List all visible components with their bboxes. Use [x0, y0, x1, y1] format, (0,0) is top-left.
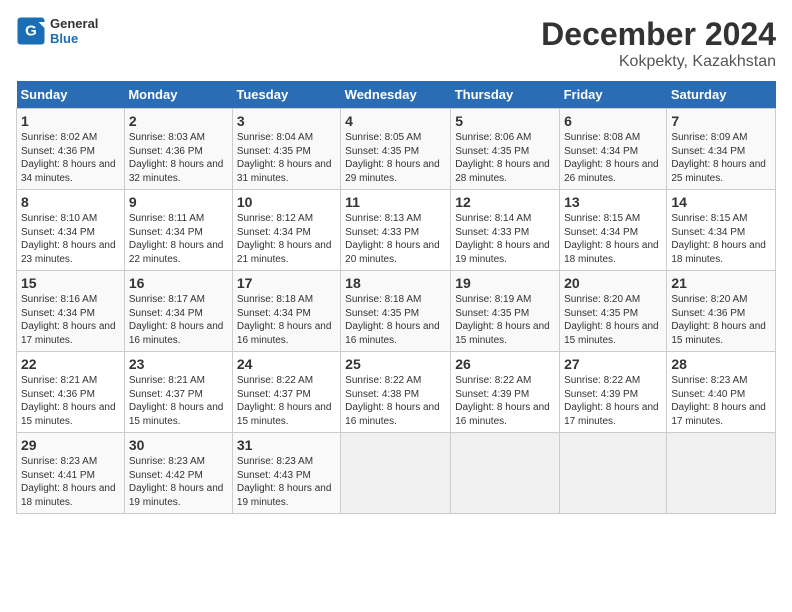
table-row [667, 433, 776, 514]
svg-text:G: G [25, 23, 37, 40]
table-row: 6Sunrise: 8:08 AMSunset: 4:34 PMDaylight… [560, 109, 667, 190]
calendar-week-2: 8Sunrise: 8:10 AMSunset: 4:34 PMDaylight… [17, 190, 776, 271]
table-row: 5Sunrise: 8:06 AMSunset: 4:35 PMDaylight… [451, 109, 560, 190]
calendar-week-4: 22Sunrise: 8:21 AMSunset: 4:36 PMDayligh… [17, 352, 776, 433]
calendar-week-5: 29Sunrise: 8:23 AMSunset: 4:41 PMDayligh… [17, 433, 776, 514]
page-container: G General Blue December 2024 Kokpekty, K… [0, 0, 792, 524]
col-sunday: Sunday [17, 81, 125, 109]
table-row: 3Sunrise: 8:04 AMSunset: 4:35 PMDaylight… [232, 109, 340, 190]
table-row: 14Sunrise: 8:15 AMSunset: 4:34 PMDayligh… [667, 190, 776, 271]
calendar-body: 1Sunrise: 8:02 AMSunset: 4:36 PMDaylight… [17, 109, 776, 514]
calendar-header-row: Sunday Monday Tuesday Wednesday Thursday… [17, 81, 776, 109]
table-row: 30Sunrise: 8:23 AMSunset: 4:42 PMDayligh… [124, 433, 232, 514]
table-row: 27Sunrise: 8:22 AMSunset: 4:39 PMDayligh… [560, 352, 667, 433]
title-block: December 2024 Kokpekty, Kazakhstan [541, 16, 776, 71]
table-row: 22Sunrise: 8:21 AMSunset: 4:36 PMDayligh… [17, 352, 125, 433]
calendar-table: Sunday Monday Tuesday Wednesday Thursday… [16, 81, 776, 514]
table-row: 24Sunrise: 8:22 AMSunset: 4:37 PMDayligh… [232, 352, 340, 433]
table-row: 7Sunrise: 8:09 AMSunset: 4:34 PMDaylight… [667, 109, 776, 190]
table-row: 17Sunrise: 8:18 AMSunset: 4:34 PMDayligh… [232, 271, 340, 352]
month-title: December 2024 [541, 16, 776, 53]
table-row: 19Sunrise: 8:19 AMSunset: 4:35 PMDayligh… [451, 271, 560, 352]
table-row: 13Sunrise: 8:15 AMSunset: 4:34 PMDayligh… [560, 190, 667, 271]
table-row [451, 433, 560, 514]
table-row: 29Sunrise: 8:23 AMSunset: 4:41 PMDayligh… [17, 433, 125, 514]
table-row: 15Sunrise: 8:16 AMSunset: 4:34 PMDayligh… [17, 271, 125, 352]
table-row: 2Sunrise: 8:03 AMSunset: 4:36 PMDaylight… [124, 109, 232, 190]
table-row [341, 433, 451, 514]
col-thursday: Thursday [451, 81, 560, 109]
col-wednesday: Wednesday [341, 81, 451, 109]
table-row: 20Sunrise: 8:20 AMSunset: 4:35 PMDayligh… [560, 271, 667, 352]
table-row: 10Sunrise: 8:12 AMSunset: 4:34 PMDayligh… [232, 190, 340, 271]
table-row: 23Sunrise: 8:21 AMSunset: 4:37 PMDayligh… [124, 352, 232, 433]
table-row: 26Sunrise: 8:22 AMSunset: 4:39 PMDayligh… [451, 352, 560, 433]
col-friday: Friday [560, 81, 667, 109]
table-row: 16Sunrise: 8:17 AMSunset: 4:34 PMDayligh… [124, 271, 232, 352]
location: Kokpekty, Kazakhstan [541, 53, 776, 71]
table-row: 8Sunrise: 8:10 AMSunset: 4:34 PMDaylight… [17, 190, 125, 271]
table-row: 25Sunrise: 8:22 AMSunset: 4:38 PMDayligh… [341, 352, 451, 433]
logo-icon: G [16, 16, 46, 46]
table-row: 4Sunrise: 8:05 AMSunset: 4:35 PMDaylight… [341, 109, 451, 190]
table-row: 11Sunrise: 8:13 AMSunset: 4:33 PMDayligh… [341, 190, 451, 271]
table-row: 21Sunrise: 8:20 AMSunset: 4:36 PMDayligh… [667, 271, 776, 352]
table-row: 31Sunrise: 8:23 AMSunset: 4:43 PMDayligh… [232, 433, 340, 514]
logo: G General Blue [16, 16, 98, 46]
col-monday: Monday [124, 81, 232, 109]
header: G General Blue December 2024 Kokpekty, K… [16, 16, 776, 71]
col-tuesday: Tuesday [232, 81, 340, 109]
table-row [560, 433, 667, 514]
table-row: 9Sunrise: 8:11 AMSunset: 4:34 PMDaylight… [124, 190, 232, 271]
calendar-week-3: 15Sunrise: 8:16 AMSunset: 4:34 PMDayligh… [17, 271, 776, 352]
table-row: 1Sunrise: 8:02 AMSunset: 4:36 PMDaylight… [17, 109, 125, 190]
logo-text: General Blue [50, 16, 98, 46]
calendar-week-1: 1Sunrise: 8:02 AMSunset: 4:36 PMDaylight… [17, 109, 776, 190]
table-row: 28Sunrise: 8:23 AMSunset: 4:40 PMDayligh… [667, 352, 776, 433]
table-row: 12Sunrise: 8:14 AMSunset: 4:33 PMDayligh… [451, 190, 560, 271]
table-row: 18Sunrise: 8:18 AMSunset: 4:35 PMDayligh… [341, 271, 451, 352]
col-saturday: Saturday [667, 81, 776, 109]
